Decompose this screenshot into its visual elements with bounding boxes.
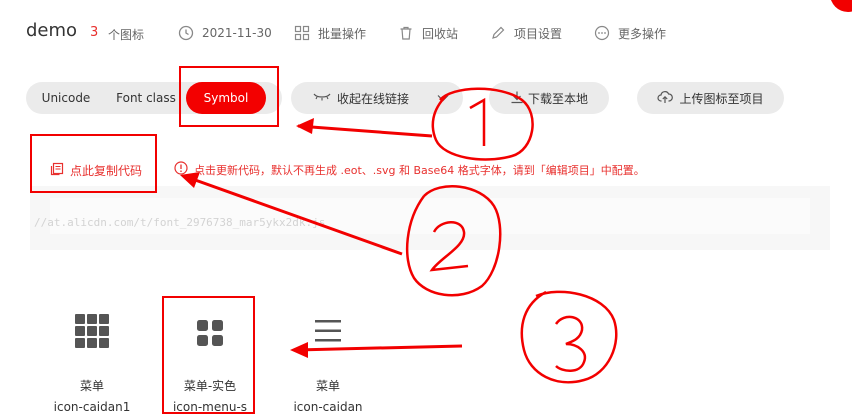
icon-name: 菜单 [315,379,340,393]
tab-unicode[interactable]: Unicode [30,82,102,114]
alert-icon [174,161,188,178]
grid-nine-icon [37,314,147,348]
icon-card[interactable]: 菜单 icon-caidan1 [37,300,147,418]
annotation-box-copy [30,134,157,193]
annotation-circle-3 [520,290,618,384]
icon-count: 3 [90,25,99,40]
batch-ops-label: 批量操作 [318,26,367,41]
icon-code: icon-caidan1 [53,400,131,414]
icon-card[interactable]: 菜单 icon-caidan [273,300,383,418]
code-link[interactable]: //at.alicdn.com/t/font_2976738_mar5ykx2d… [34,216,325,229]
download-label: 下载至本地 [527,91,588,106]
annotation-digit-1 [469,97,486,146]
update-code-notice[interactable]: 点击更新代码，默认不再生成 .eot、.svg 和 Base64 格式字体，请到… [174,161,645,178]
recycle-bin-button[interactable]: 回收站 [398,24,458,42]
annotation-digit-3 [554,315,587,372]
icon-code: icon-caidan [293,400,363,414]
cloud-upload-icon [657,90,674,107]
created-date: 2021-11-30 [178,24,272,42]
more-icon [594,25,610,41]
more-ops-button[interactable]: 更多操作 [594,24,666,42]
batch-ops-button[interactable]: 批量操作 [294,24,366,42]
eye-closed-icon [313,91,331,105]
upload-label: 上传图标至项目 [679,91,764,106]
corner-mark [831,0,852,12]
collapse-link-button[interactable]: 收起在线链接 [291,82,463,114]
hamburger-icon [273,320,383,342]
chevron-down-icon [437,91,449,105]
icon-count-label: 个图标 [108,28,145,42]
more-ops-label: 更多操作 [618,26,667,41]
project-settings-button[interactable]: 项目设置 [490,24,562,42]
pen-icon [490,25,506,41]
download-icon [510,90,524,107]
icon-name: 菜单 [79,379,104,393]
upload-button[interactable]: 上传图标至项目 [637,82,784,114]
clock-icon [178,25,194,41]
arrow-1-head [296,118,314,134]
tab-font-class[interactable]: Font class [108,82,184,114]
project-title: demo [26,20,78,41]
batch-icon [294,25,310,41]
arrow-1 [297,124,433,138]
recycle-bin-label: 回收站 [422,26,459,41]
date-text: 2021-11-30 [202,26,272,40]
annotation-box-symbol [179,66,279,127]
notice-text: 点击更新代码，默认不再生成 .eot、.svg 和 Base64 格式字体，请到… [194,163,645,177]
project-settings-label: 项目设置 [514,26,563,41]
annotation-box-icon [162,296,255,414]
trash-icon [398,25,414,41]
download-button[interactable]: 下载至本地 [489,82,609,114]
collapse-link-label: 收起在线链接 [337,91,410,106]
